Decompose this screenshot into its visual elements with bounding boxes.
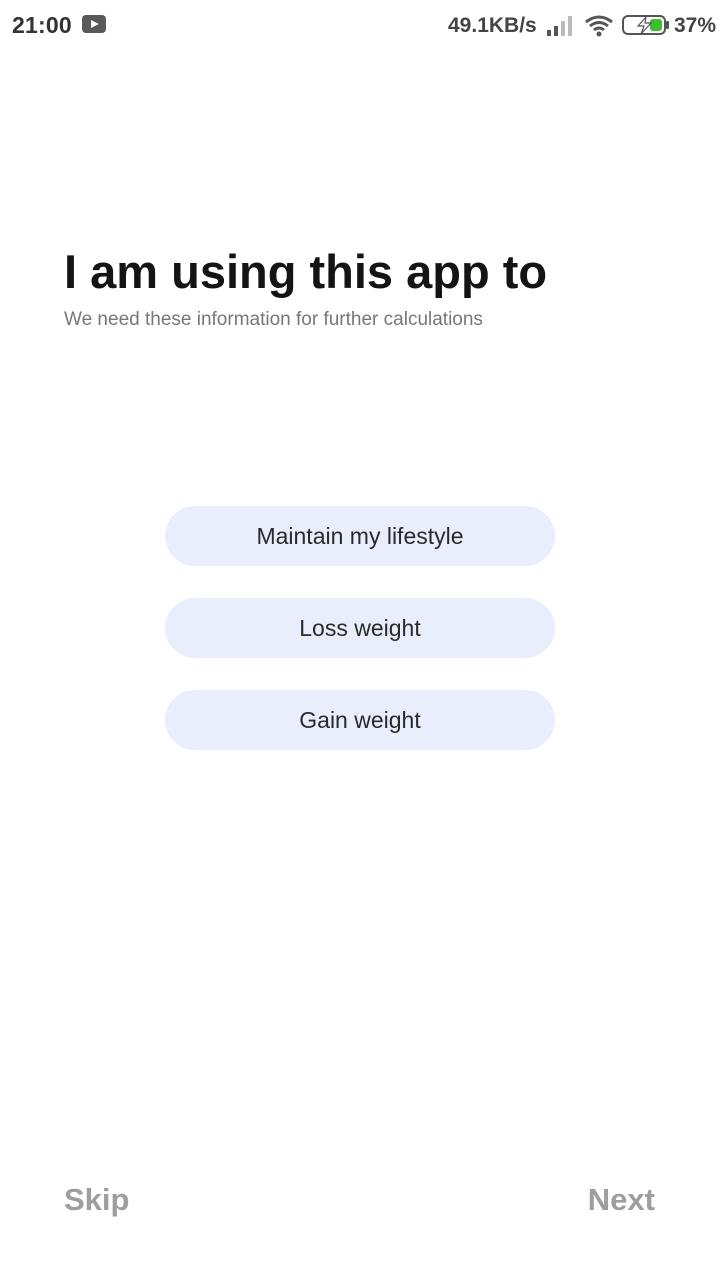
network-speed: 49.1KB/s — [448, 14, 537, 37]
page-subtitle: We need these information for further ca… — [64, 309, 483, 330]
battery-charging-icon — [622, 15, 669, 35]
next-button[interactable]: Next — [588, 1182, 655, 1218]
page-title: I am using this app to — [64, 245, 548, 298]
wifi-icon — [585, 15, 613, 37]
option-maintain-lifestyle-button[interactable]: Maintain my lifestyle — [165, 506, 555, 566]
status-bar: 21:00 49.1KB/s 37% — [0, 0, 720, 52]
status-time: 21:00 — [12, 12, 72, 38]
option-gain-weight-button[interactable]: Gain weight — [165, 690, 555, 750]
option-loss-weight-button[interactable]: Loss weight — [165, 598, 555, 658]
skip-button[interactable]: Skip — [64, 1182, 129, 1218]
signal-icon — [547, 16, 572, 36]
youtube-icon — [82, 15, 106, 33]
battery-percent: 37% — [674, 14, 717, 37]
